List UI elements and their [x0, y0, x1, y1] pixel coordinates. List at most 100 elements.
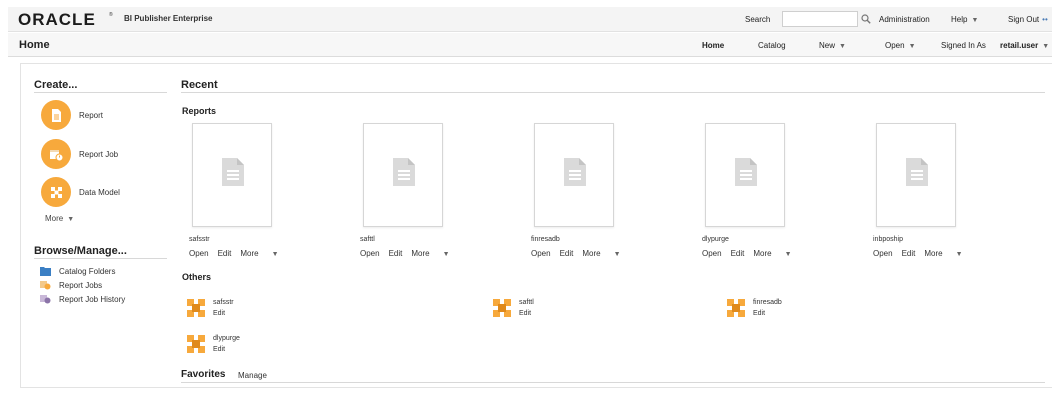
data-model-icon	[493, 299, 511, 317]
user-menu[interactable]: retail.user ▼	[1000, 41, 1049, 50]
search-icon[interactable]	[861, 14, 871, 24]
report-name: finresadb	[531, 236, 560, 243]
data-model-icon	[727, 299, 745, 317]
browse-divider	[34, 258, 167, 259]
other-item-name: safsstr	[213, 299, 234, 306]
recent-heading: Recent	[181, 79, 218, 91]
report-icon	[41, 100, 71, 130]
report-open-link[interactable]: Open	[531, 249, 551, 258]
report-name: safttl	[360, 236, 375, 243]
report-more-label: More	[582, 249, 601, 258]
help-label: Help	[951, 15, 968, 24]
chevron-down-icon: ▼	[613, 251, 621, 258]
report-edit-link[interactable]: Edit	[218, 249, 232, 258]
report-more-menu[interactable]: More ▼	[582, 249, 629, 258]
other-edit-link[interactable]: Edit	[519, 308, 534, 319]
create-report-job-button[interactable]: Report Job	[41, 139, 118, 169]
report-open-link[interactable]: Open	[873, 249, 893, 258]
other-item-name: safttl	[519, 299, 534, 306]
others-heading: Others	[182, 272, 212, 282]
browse-report-job-history[interactable]: Report Job History	[40, 294, 125, 304]
signed-in-label: Signed In As	[941, 41, 986, 50]
favorites-manage-link[interactable]: Manage	[238, 371, 267, 380]
nav-catalog[interactable]: Catalog	[758, 41, 786, 50]
browse-report-job-history-label: Report Job History	[59, 294, 126, 304]
report-more-menu[interactable]: More ▼	[753, 249, 800, 258]
report-thumbnail[interactable]	[192, 123, 272, 227]
create-divider	[34, 92, 167, 93]
chevron-down-icon: ▼	[784, 251, 792, 258]
report-edit-link[interactable]: Edit	[389, 249, 403, 258]
report-job-icon	[41, 139, 71, 169]
chevron-down-icon: ▼	[67, 216, 75, 223]
report-open-link[interactable]: Open	[360, 249, 380, 258]
report-more-menu[interactable]: More ▼	[240, 249, 287, 258]
create-report-button[interactable]: Report	[41, 100, 103, 130]
browse-catalog-folders[interactable]: Catalog Folders	[40, 266, 115, 276]
data-model-icon	[41, 177, 71, 207]
favorites-divider	[181, 382, 1045, 383]
browse-report-jobs-label: Report Jobs	[59, 280, 103, 290]
chevron-down-icon: ▼	[839, 43, 846, 50]
other-item-name: dlypurge	[213, 335, 240, 342]
report-job-history-icon	[40, 295, 51, 304]
user-name: retail.user	[1000, 41, 1039, 50]
report-thumbnail[interactable]	[876, 123, 956, 227]
browse-report-jobs[interactable]: Report Jobs	[40, 280, 102, 290]
report-open-link[interactable]: Open	[702, 249, 722, 258]
sign-out-link[interactable]: Sign Out ••	[1008, 15, 1048, 24]
other-item[interactable]: finresadb Edit	[727, 297, 782, 319]
other-item[interactable]: safttl Edit	[493, 297, 534, 319]
nav-home[interactable]: Home	[702, 41, 724, 50]
report-actions: Open Edit More ▼	[702, 249, 810, 258]
other-edit-link[interactable]: Edit	[213, 344, 240, 355]
report-more-menu[interactable]: More ▼	[924, 249, 971, 258]
report-open-link[interactable]: Open	[189, 249, 209, 258]
chevron-down-icon: ▼	[442, 251, 450, 258]
create-more-menu[interactable]: More ▼	[45, 214, 74, 223]
report-more-label: More	[240, 249, 259, 258]
other-edit-link[interactable]: Edit	[213, 308, 234, 319]
report-thumbnail[interactable]	[705, 123, 785, 227]
report-job-icon	[40, 281, 51, 290]
report-thumbnail[interactable]	[534, 123, 614, 227]
report-edit-link[interactable]: Edit	[560, 249, 574, 258]
help-menu[interactable]: Help ▼	[951, 15, 978, 24]
create-heading: Create...	[34, 79, 78, 91]
report-more-label: More	[753, 249, 772, 258]
brand-bar: ORACLE ® BI Publisher Enterprise Search …	[8, 7, 1052, 32]
oracle-logo: ORACLE	[18, 10, 96, 29]
search-input[interactable]	[782, 11, 858, 27]
report-thumbnail[interactable]	[363, 123, 443, 227]
document-icon	[735, 158, 757, 186]
nav-open-menu[interactable]: Open ▼	[885, 41, 916, 50]
report-more-label: More	[924, 249, 943, 258]
document-icon	[906, 158, 928, 186]
other-item[interactable]: safsstr Edit	[187, 297, 234, 319]
create-data-model-button[interactable]: Data Model	[41, 177, 120, 207]
report-edit-link[interactable]: Edit	[731, 249, 745, 258]
document-icon	[393, 158, 415, 186]
other-item-name: finresadb	[753, 299, 782, 306]
document-icon	[564, 158, 586, 186]
data-model-icon	[187, 335, 205, 353]
folder-icon	[40, 267, 51, 276]
administration-link[interactable]: Administration	[879, 15, 930, 24]
report-actions: Open Edit More ▼	[531, 249, 639, 258]
other-item[interactable]: dlypurge Edit	[187, 333, 240, 355]
nav-new-menu[interactable]: New ▼	[819, 41, 846, 50]
chevron-down-icon: ▼	[908, 43, 916, 50]
browse-heading: Browse/Manage...	[34, 245, 127, 257]
page-title: Home	[19, 39, 50, 51]
report-actions: Open Edit More ▼	[873, 249, 981, 258]
report-more-label: More	[411, 249, 430, 258]
report-more-menu[interactable]: More ▼	[411, 249, 458, 258]
favorites-heading: Favorites	[181, 369, 226, 380]
report-edit-link[interactable]: Edit	[902, 249, 916, 258]
report-name: dlypurge	[702, 236, 729, 243]
other-edit-link[interactable]: Edit	[753, 308, 782, 319]
create-more-label: More	[45, 214, 64, 223]
nav-new-label: New	[819, 41, 836, 50]
reports-heading: Reports	[182, 106, 217, 116]
report-actions: Open Edit More ▼	[189, 249, 297, 258]
